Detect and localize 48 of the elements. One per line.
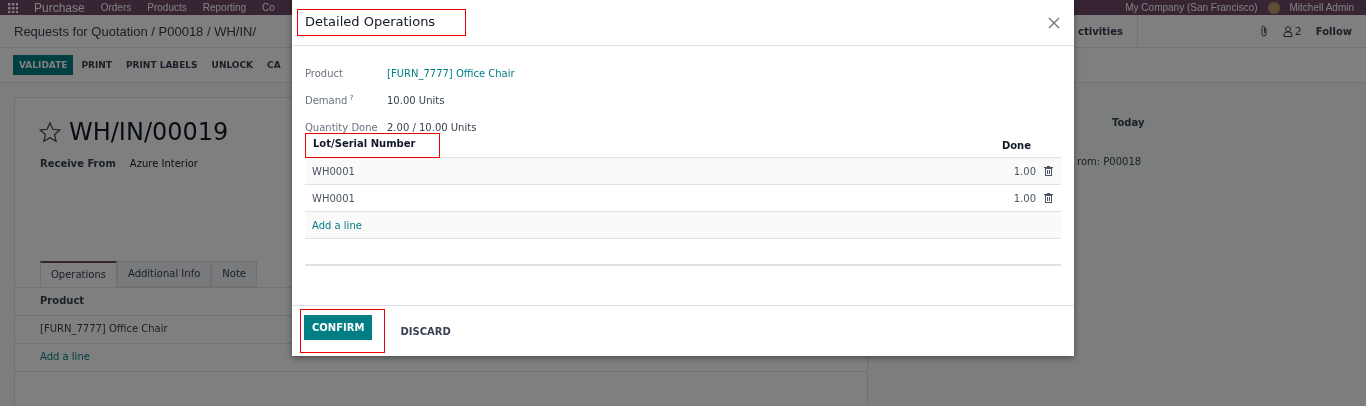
action-button[interactable]: CA [261,55,287,75]
person-icon [1282,25,1293,37]
chatter-message: rom: P00018 [1077,156,1143,167]
company-name[interactable]: My Company (San Francisco) [1125,2,1258,13]
field-value: 2.00 / 10.00 Units [387,122,477,133]
follow-button[interactable]: Follow [1315,25,1352,37]
trash-icon[interactable] [1044,166,1053,176]
add-line-link[interactable]: Add a line [312,219,362,231]
action-button[interactable]: PRINT LABELS [120,55,204,75]
lot-cell[interactable]: WH0001 [312,165,355,177]
menu-item[interactable]: Products [147,2,187,13]
column-header: Done [1001,139,1031,151]
app-name[interactable]: Purchase [34,0,85,15]
field-label: Product [305,68,344,79]
record-title: WH/IN/00019 [69,118,229,146]
followers-button[interactable]: 2 [1282,24,1302,38]
product-link[interactable]: [FURN_7777] Office Chair [387,68,515,79]
trash-icon[interactable] [1044,193,1053,203]
quantity-cell[interactable]: 1.00 [1013,192,1036,204]
date-separator: Today [1112,117,1145,128]
field-label: Demand $^{?}$ [305,94,355,107]
tab[interactable]: Note [211,261,257,287]
action-button[interactable]: PRINT [75,55,118,75]
add-line-link[interactable]: Add a line [40,351,90,364]
dialog-title: Detailed Operations [304,13,437,31]
field-value: 10.00 Units [387,95,445,106]
table-cell: [FURN_7777] Office Chair [40,323,168,336]
column-header: Product [40,295,85,308]
confirm-button[interactable]: CONFIRM [304,315,373,340]
field-label: Receive From [40,158,116,169]
lot-cell[interactable]: WH0001 [312,192,355,204]
menu-item[interactable]: Orders [100,2,132,13]
star-icon[interactable] [39,121,61,143]
activities-button[interactable]: ctivities [1078,15,1139,47]
quantity-cell[interactable]: 1.00 [1013,165,1036,177]
tab[interactable]: Operations [40,261,117,287]
discard-button[interactable]: DISCARD [392,318,459,344]
menu-item[interactable]: Reporting [202,2,247,13]
paperclip-icon[interactable] [1258,25,1269,37]
menu-item[interactable]: Co [262,2,275,13]
action-button[interactable]: VALIDATE [13,55,74,75]
column-header: Lot/Serial Number [312,136,417,151]
action-button[interactable]: UNLOCK [205,55,260,75]
user-name[interactable]: Mitchell Admin [1289,2,1354,13]
field-label: Quantity Done [305,122,379,133]
breadcrumb[interactable]: Requests for Quotation / P00018 / WH/IN/ [14,23,257,39]
tab[interactable]: Additional Info [117,261,212,287]
app-grid-icon[interactable] [8,2,18,13]
